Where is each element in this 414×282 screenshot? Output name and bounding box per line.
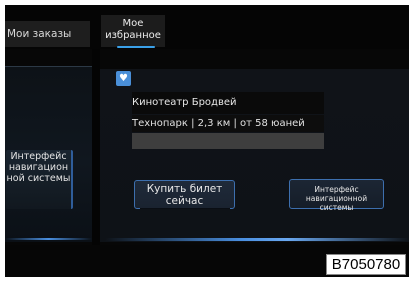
active-tab-indicator [117, 46, 155, 48]
navigation-system-button[interactable]: Интерфейс навигационной системы [289, 179, 384, 212]
heart-icon[interactable]: ♥ [116, 71, 131, 86]
buy-ticket-button[interactable]: Купить билет сейчас [134, 180, 235, 209]
empty-info-row [132, 133, 324, 149]
tab-my-orders[interactable]: Мои заказы [5, 21, 90, 47]
infotainment-screen: Мои заказы Мое избранное Интерфейс навиг… [5, 5, 409, 277]
tab-my-favorites[interactable]: Мое избранное [101, 15, 165, 47]
right-glow-line [105, 238, 409, 241]
navigation-system-button-left[interactable]: Интерфейс навигацион ной системы [6, 150, 73, 209]
figure-code-label: B7050780 [326, 254, 406, 275]
left-glow-line [5, 238, 92, 240]
column-divider [92, 49, 100, 249]
venue-title: Кинотеатр Бродвей [132, 92, 324, 114]
left-panel-divider [5, 66, 92, 67]
buy-button-shadow [140, 208, 230, 209]
venue-info: Технопарк | 2,3 км | от 58 юаней [132, 115, 324, 132]
